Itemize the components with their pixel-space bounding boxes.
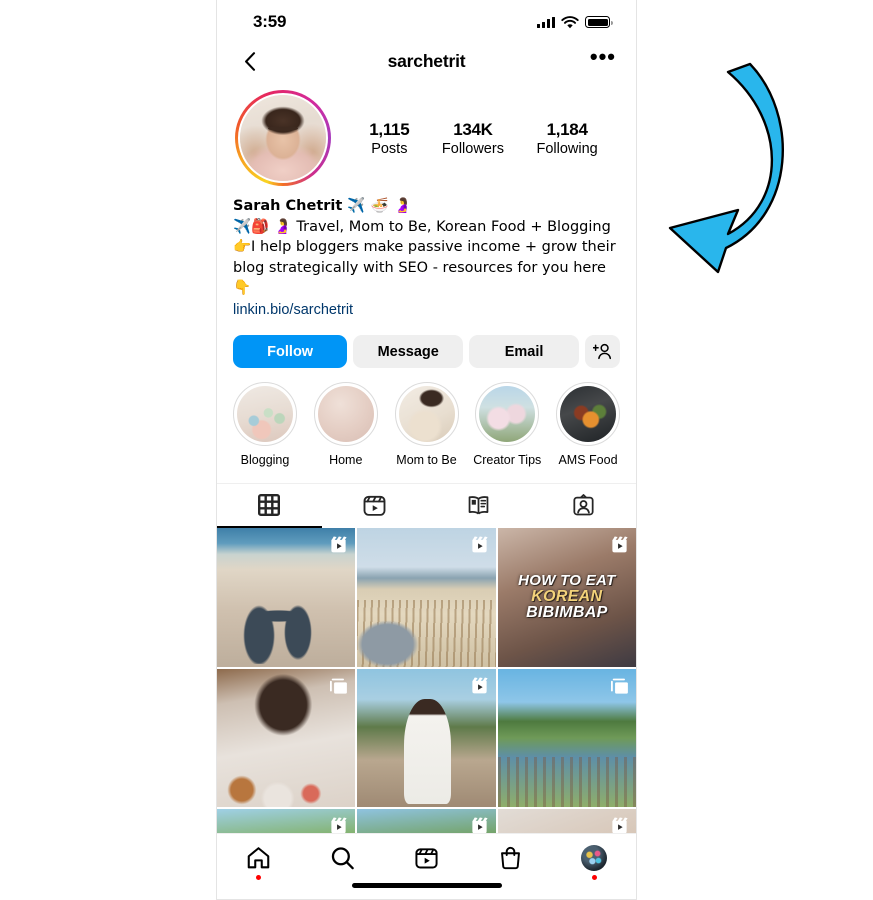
- followers-count: 134K: [453, 119, 493, 139]
- post-cell[interactable]: [497, 668, 636, 808]
- highlight-label: Mom to Be: [396, 453, 457, 468]
- home-icon: [248, 847, 270, 869]
- home-nav[interactable]: [217, 845, 301, 880]
- story-highlights: Blogging Home Mom to Be Creator Tips AMS…: [217, 368, 636, 467]
- overlay-line-3: BIBIMBAP: [526, 604, 608, 622]
- curved-left-arrow-annotation: [668, 62, 784, 274]
- home-notification-dot: [256, 875, 262, 880]
- bottom-navigation: [217, 833, 636, 899]
- avatar-image: [238, 93, 328, 183]
- carousel-icon: [610, 678, 628, 694]
- profile-tab-bar: [217, 483, 636, 529]
- profile-actions: Follow Message Email: [217, 321, 636, 369]
- search-icon: [332, 847, 355, 870]
- followers-label: Followers: [441, 140, 504, 157]
- profile-nav[interactable]: [552, 845, 636, 880]
- reels-icon: [415, 848, 438, 869]
- follow-button[interactable]: Follow: [233, 335, 348, 369]
- highlight-mom-to-be[interactable]: Mom to Be: [391, 382, 463, 467]
- post-cell[interactable]: [357, 528, 496, 667]
- reels-icon: [363, 496, 386, 517]
- wifi-icon: [561, 15, 579, 28]
- page-title: sarchetrit: [387, 50, 466, 71]
- post-cell[interactable]: [357, 668, 496, 808]
- posts-count: 1,115: [369, 119, 410, 139]
- shop-bag-icon: [500, 846, 520, 870]
- tagged-person-icon: [573, 494, 594, 516]
- post-cell[interactable]: [217, 668, 356, 808]
- add-person-button[interactable]: [585, 335, 621, 369]
- tab-guides[interactable]: [427, 484, 532, 528]
- search-nav[interactable]: [301, 845, 385, 871]
- highlight-cover: [560, 386, 616, 443]
- highlight-home[interactable]: Home: [310, 382, 382, 467]
- profile-bio: Sarah Chetrit ✈️ 🍜 🤰 ✈️🎒 🤰 Travel, Mom t…: [217, 186, 636, 321]
- message-button[interactable]: Message: [353, 335, 464, 369]
- bio-display-name: Sarah Chetrit ✈️ 🍜 🤰: [233, 198, 412, 214]
- cellular-signal-icon: [536, 16, 555, 28]
- stat-posts[interactable]: 1,115 Posts: [369, 120, 409, 157]
- overlay-line-2: KOREAN: [531, 587, 603, 605]
- highlight-ams-food[interactable]: AMS Food: [552, 382, 624, 467]
- following-count: 1,184: [546, 119, 588, 139]
- bio-link[interactable]: linkin.bio/sarchetrit: [233, 299, 353, 321]
- highlight-cover: [479, 386, 536, 443]
- post-overlay-text: HOW TO EAT KOREAN BIBIMBAP: [518, 573, 615, 622]
- highlight-label: Home: [329, 453, 363, 468]
- avatar[interactable]: [235, 90, 331, 186]
- back-chevron-icon[interactable]: [237, 51, 263, 71]
- reel-icon: [331, 536, 347, 553]
- stat-followers[interactable]: 134K Followers: [442, 120, 504, 157]
- bio-line-2: 👉I help bloggers make passive income + g…: [233, 239, 621, 297]
- highlight-cover: [398, 386, 455, 443]
- highlight-cover: [317, 386, 374, 443]
- battery-icon: [585, 16, 613, 28]
- carousel-icon: [330, 678, 348, 694]
- status-bar: 3:59: [217, 0, 636, 38]
- more-options-icon[interactable]: •••: [590, 46, 616, 70]
- reel-icon: [612, 536, 628, 553]
- status-bar-clock: 3:59: [253, 12, 287, 31]
- highlight-blogging[interactable]: Blogging: [229, 382, 301, 467]
- email-button[interactable]: Email: [469, 335, 580, 369]
- highlight-cover: [237, 386, 293, 443]
- shop-nav[interactable]: [468, 845, 552, 871]
- nav-header: sarchetrit •••: [217, 38, 636, 84]
- reel-icon: [472, 677, 488, 694]
- highlight-label: AMS Food: [558, 453, 618, 468]
- home-indicator: [351, 883, 502, 888]
- tab-tagged[interactable]: [531, 484, 636, 528]
- post-cell[interactable]: HOW TO EAT KOREAN BIBIMBAP: [497, 528, 636, 667]
- profile-avatar-icon: [581, 845, 608, 871]
- grid-icon: [258, 494, 281, 517]
- add-person-icon: [593, 344, 612, 360]
- guides-icon: [469, 496, 489, 515]
- tab-reels[interactable]: [322, 484, 427, 528]
- post-cell[interactable]: [217, 528, 356, 667]
- highlight-label: Creator Tips: [473, 453, 542, 468]
- status-bar-indicators: [536, 15, 613, 29]
- screenshot-canvas: 3:59 sarchetrit ••• 1,115 Posts 134K Fol…: [0, 0, 873, 900]
- tab-grid[interactable]: [217, 484, 322, 529]
- highlight-label: Blogging: [240, 453, 290, 468]
- reel-icon: [472, 536, 488, 553]
- following-label: Following: [536, 140, 598, 157]
- highlight-creator-tips[interactable]: Creator Tips: [471, 382, 543, 467]
- overlay-line-1: HOW TO EAT: [518, 571, 616, 589]
- profile-notification-dot: [591, 875, 597, 880]
- profile-stats: 1,115 Posts 134K Followers 1,184 Followi…: [331, 120, 618, 157]
- stat-following[interactable]: 1,184 Following: [536, 120, 597, 157]
- phone-screen: 3:59 sarchetrit ••• 1,115 Posts 134K Fol…: [216, 0, 637, 900]
- reels-nav[interactable]: [385, 845, 469, 871]
- profile-header: 1,115 Posts 134K Followers 1,184 Followi…: [217, 84, 636, 186]
- bio-line-1: ✈️🎒 🤰 Travel, Mom to Be, Korean Food + B…: [233, 218, 611, 235]
- posts-label: Posts: [371, 140, 408, 157]
